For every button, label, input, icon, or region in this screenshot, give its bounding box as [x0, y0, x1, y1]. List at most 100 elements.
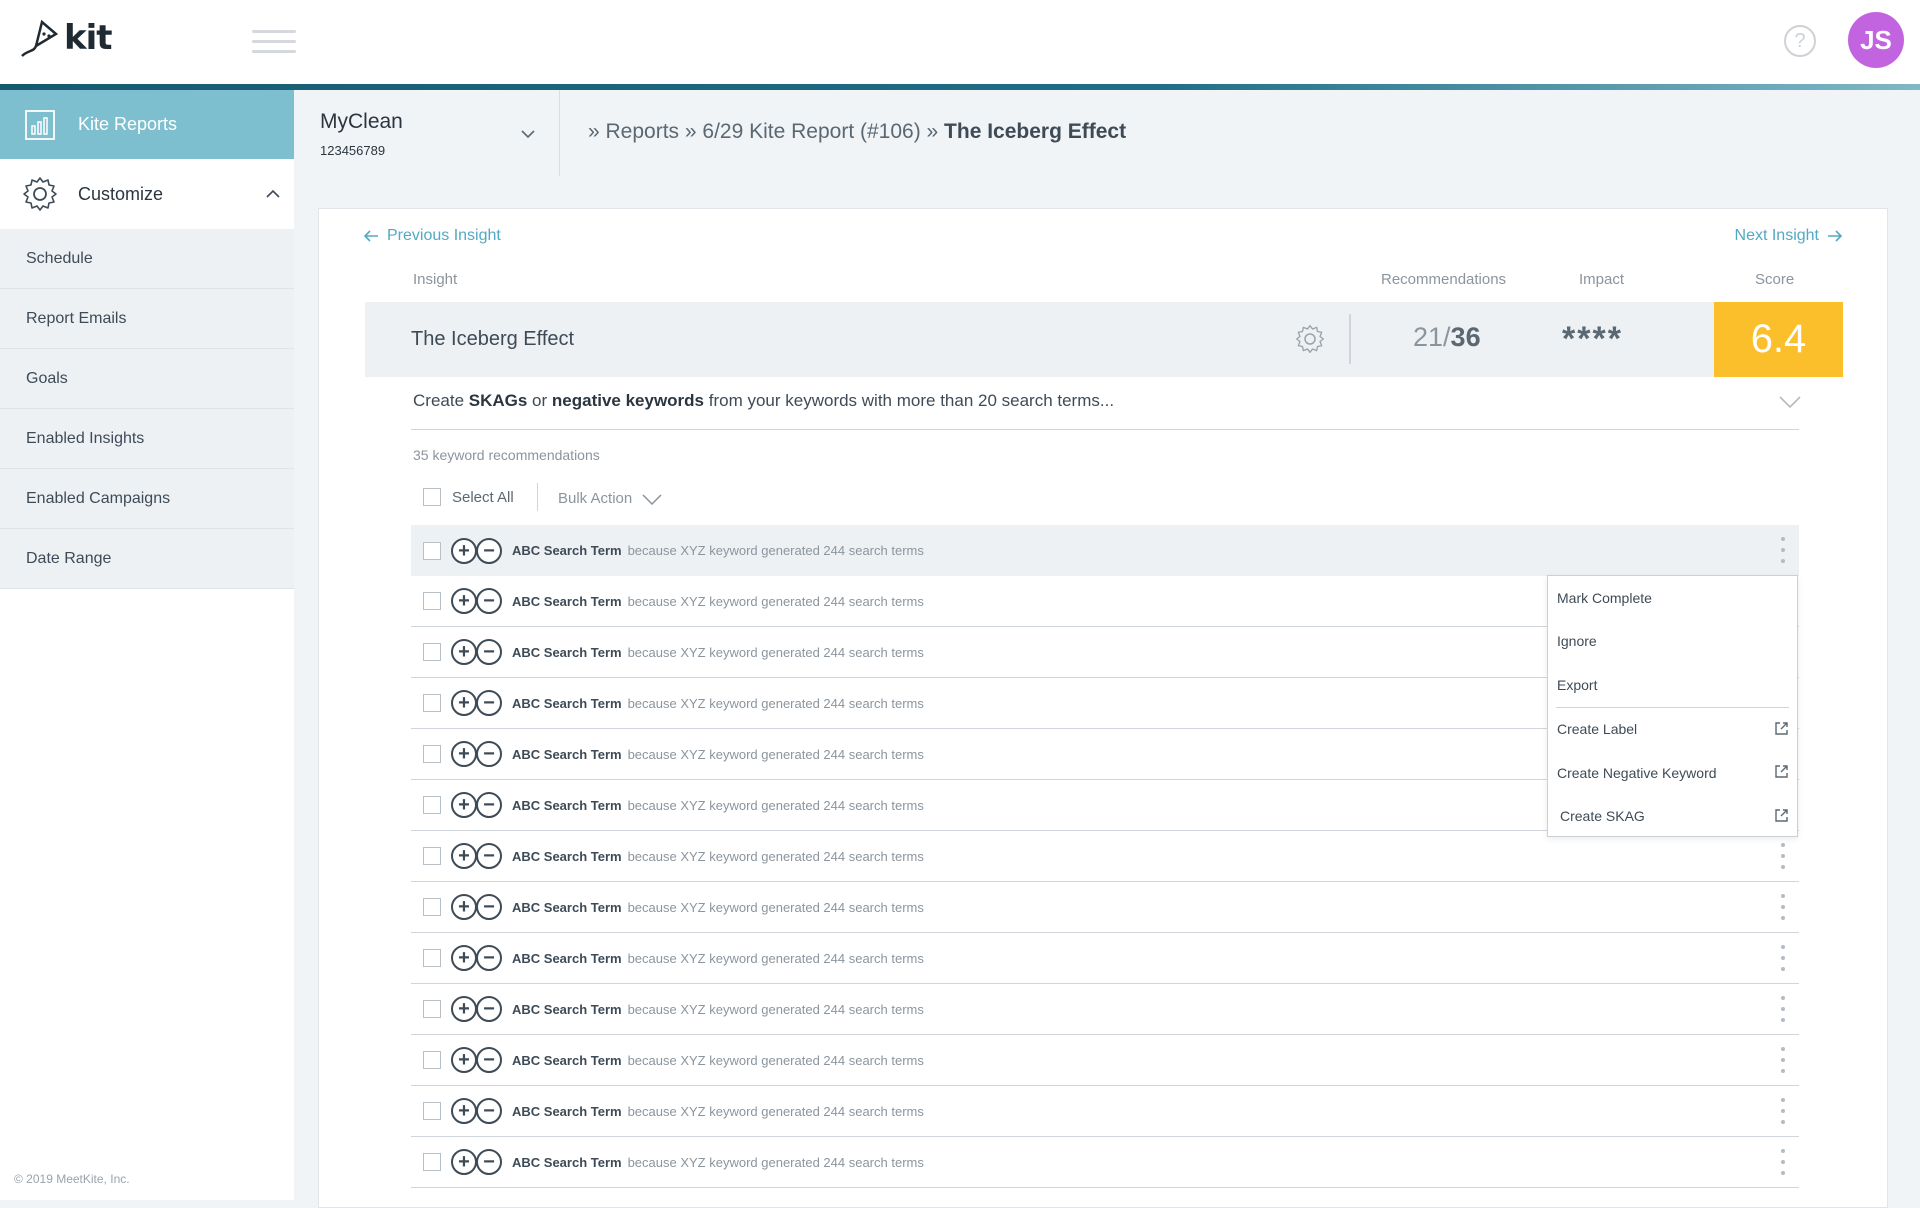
row-checkbox[interactable]: [423, 898, 441, 916]
keyword-row[interactable]: + − ABC Search Term because XYZ keyword gen…: [411, 1086, 1799, 1137]
chevron-down-icon[interactable]: [1779, 395, 1801, 409]
remove-icon[interactable]: −: [476, 1149, 502, 1175]
chevron-down-icon[interactable]: [520, 126, 536, 142]
add-icon[interactable]: +: [451, 741, 477, 767]
row-checkbox[interactable]: [423, 796, 441, 814]
remove-icon[interactable]: −: [476, 537, 502, 564]
add-icon[interactable]: +: [451, 996, 477, 1022]
row-action-menu: Mark Complete Ignore Export Create Label…: [1547, 575, 1798, 837]
remove-icon[interactable]: −: [476, 639, 502, 665]
help-icon[interactable]: ?: [1784, 25, 1816, 57]
row-checkbox[interactable]: [423, 1153, 441, 1171]
keyword-row[interactable]: + − ABC Search Term because XYZ keyword gen…: [411, 984, 1799, 1035]
more-options-icon[interactable]: [1781, 996, 1785, 1022]
row-checkbox[interactable]: [423, 694, 441, 712]
sidebar-item-report-emails[interactable]: Report Emails: [0, 289, 294, 349]
gear-icon[interactable]: [1295, 324, 1325, 354]
add-icon[interactable]: +: [451, 792, 477, 818]
sidebar-item-schedule[interactable]: Schedule: [0, 229, 294, 289]
keyword-row[interactable]: + − ABC Search Term because XYZ keyword gen…: [411, 882, 1799, 933]
remove-icon[interactable]: −: [476, 792, 502, 818]
add-icon[interactable]: +: [451, 1047, 477, 1073]
row-checkbox[interactable]: [423, 643, 441, 661]
impact-rating: ****: [1562, 320, 1623, 358]
search-term: ABC Search Term: [512, 950, 622, 966]
breadcrumb-path[interactable]: » Reports » 6/29 Kite Report (#106) »: [588, 120, 944, 143]
score-badge: 6.4: [1714, 302, 1843, 377]
more-options-icon[interactable]: [1781, 894, 1785, 920]
more-options-icon[interactable]: [1781, 537, 1785, 563]
sidebar-item-goals[interactable]: Goals: [0, 349, 294, 409]
keyword-row[interactable]: + − ABC Search Term because XYZ keyword gen…: [411, 525, 1799, 576]
remove-icon[interactable]: −: [476, 894, 502, 920]
add-icon[interactable]: +: [451, 1149, 477, 1175]
hamburger-menu-icon[interactable]: [252, 30, 296, 54]
select-all[interactable]: Select All: [423, 488, 514, 506]
menu-item-create-skag[interactable]: Create SKAG: [1548, 795, 1797, 839]
keyword-row[interactable]: + − ABC Search Term because XYZ keyword gen…: [411, 1137, 1799, 1188]
kit-logo[interactable]: kit: [20, 18, 113, 58]
more-options-icon[interactable]: [1781, 1047, 1785, 1073]
bulk-action-dropdown[interactable]: Bulk Action: [558, 490, 662, 507]
external-link-icon: [1775, 808, 1788, 822]
row-checkbox[interactable]: [423, 847, 441, 865]
add-icon[interactable]: +: [451, 690, 477, 716]
account-id: 123456789: [320, 143, 386, 158]
add-icon[interactable]: +: [451, 537, 477, 564]
add-icon[interactable]: +: [451, 945, 477, 971]
add-icon[interactable]: +: [451, 894, 477, 920]
external-link-icon: [1775, 765, 1788, 778]
sidebar-item-enabled-campaigns[interactable]: Enabled Campaigns: [0, 469, 294, 529]
column-header-impact: Impact: [1579, 271, 1625, 288]
row-checkbox[interactable]: [423, 1102, 441, 1120]
menu-item-create-label[interactable]: Create Label: [1548, 708, 1797, 752]
column-header-recommendations: Recommendations: [1381, 271, 1507, 288]
sidebar-item-kite-reports[interactable]: Kite Reports: [0, 90, 294, 159]
remove-icon[interactable]: −: [476, 996, 502, 1022]
more-options-icon[interactable]: [1781, 1098, 1785, 1124]
account-selector[interactable]: MyClean 123456789: [294, 90, 560, 176]
sidebar-item-customize[interactable]: Customize: [0, 159, 294, 229]
next-insight-link[interactable]: Next Insight: [1735, 227, 1843, 245]
breadcrumb[interactable]: » Reports » 6/29 Kite Report (#106) » Th…: [588, 120, 1126, 144]
add-icon[interactable]: +: [451, 588, 477, 614]
menu-item-export[interactable]: Export: [1548, 663, 1797, 707]
remove-icon[interactable]: −: [476, 741, 502, 767]
previous-insight-link[interactable]: Previous Insight: [363, 227, 501, 245]
remove-icon[interactable]: −: [476, 588, 502, 614]
menu-item-mark-complete[interactable]: Mark Complete: [1548, 576, 1797, 620]
remove-icon[interactable]: −: [476, 690, 502, 716]
select-all-checkbox[interactable]: [423, 488, 441, 506]
add-icon[interactable]: +: [451, 1098, 477, 1124]
sidebar-item-date-range[interactable]: Date Range: [0, 529, 294, 589]
add-icon[interactable]: +: [451, 639, 477, 665]
external-link-icon: [1775, 721, 1788, 735]
keyword-row[interactable]: + − ABC Search Term because XYZ keyword gen…: [411, 1035, 1799, 1086]
remove-icon[interactable]: −: [476, 1098, 502, 1124]
row-checkbox[interactable]: [423, 592, 441, 610]
menu-item-ignore[interactable]: Ignore: [1548, 620, 1797, 664]
divider: [1349, 314, 1351, 364]
row-checkbox[interactable]: [423, 541, 441, 560]
sidebar: Kite Reports Customize Schedule Report E…: [0, 90, 294, 1200]
remove-icon[interactable]: −: [476, 1047, 502, 1073]
more-options-icon[interactable]: [1781, 1149, 1785, 1175]
avatar[interactable]: JS: [1848, 12, 1904, 68]
row-checkbox[interactable]: [423, 1000, 441, 1018]
keyword-row[interactable]: + − ABC Search Term because XYZ keyword gen…: [411, 831, 1799, 882]
chevron-up-icon[interactable]: [266, 187, 280, 201]
divider: [537, 483, 538, 511]
more-options-icon[interactable]: [1781, 945, 1785, 971]
remove-icon[interactable]: −: [476, 843, 502, 869]
add-icon[interactable]: +: [451, 843, 477, 869]
sidebar-item-enabled-insights[interactable]: Enabled Insights: [0, 409, 294, 469]
more-options-icon[interactable]: [1781, 843, 1785, 869]
row-checkbox[interactable]: [423, 1051, 441, 1069]
top-bar: kit ? JS: [0, 0, 1920, 84]
menu-item-create-negative-keyword[interactable]: Create Negative Keyword: [1548, 751, 1797, 795]
row-checkbox[interactable]: [423, 745, 441, 763]
keyword-row[interactable]: + − ABC Search Term because XYZ keyword gen…: [411, 933, 1799, 984]
remove-icon[interactable]: −: [476, 945, 502, 971]
search-term-reason: because XYZ keyword generated 244 search…: [627, 797, 924, 813]
row-checkbox[interactable]: [423, 949, 441, 967]
